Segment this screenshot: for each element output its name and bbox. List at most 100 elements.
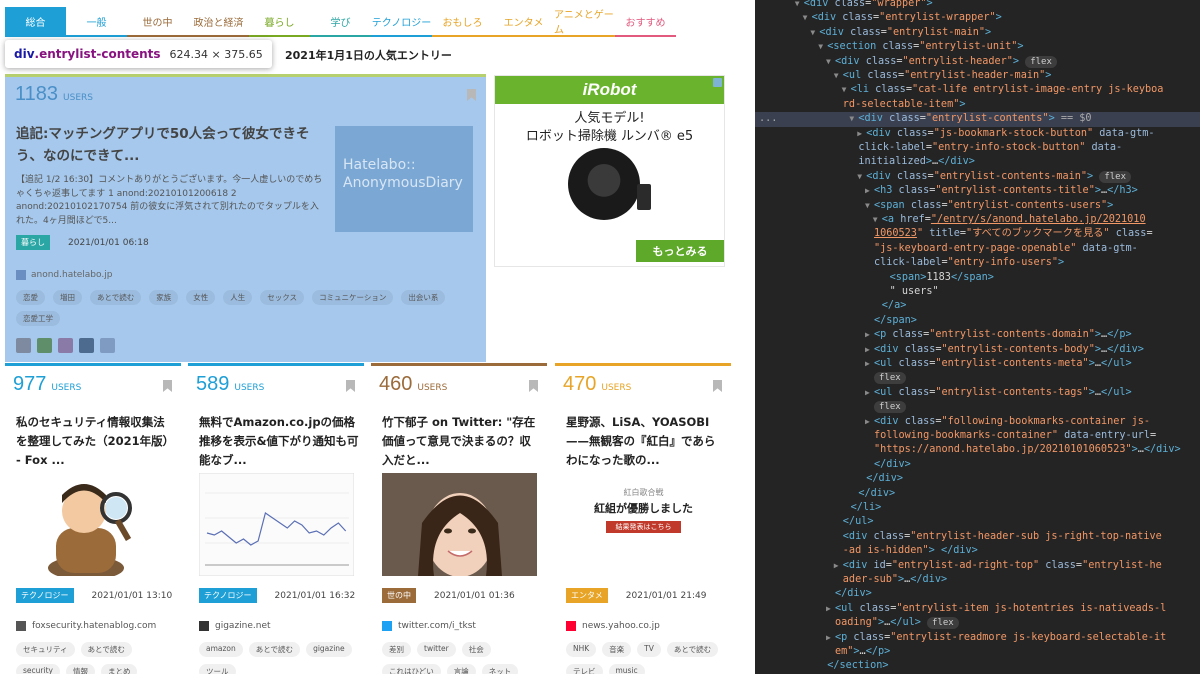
tag-chip[interactable]: 増田 [53,290,82,305]
dom-node-line[interactable]: <span>1183</span> [755,271,1200,285]
dom-node-line[interactable]: ▶ <p class="entrylist-readmore js-keyboar… [755,631,1200,645]
tag-chip[interactable]: security [16,664,60,674]
tag-chip[interactable]: まとめ [100,664,138,674]
tag-chip[interactable]: 言論 [446,664,476,674]
tag-chip[interactable]: 恋愛 [16,290,45,305]
tab-7[interactable]: おもしろ [432,7,493,37]
users-count-link[interactable]: 470 USERS [563,373,631,396]
dom-node-line[interactable]: <div class="entrylist-header-sub js-righ… [755,530,1200,544]
tag-chip[interactable]: テレビ [566,664,603,674]
dom-node-line[interactable]: ▶ <div class="js-bookmark-stock-button" d… [755,127,1200,141]
tag-chip[interactable]: music [608,664,645,674]
dom-node-line[interactable]: -ad is-hidden"> </div> [755,544,1200,558]
dom-node-line[interactable]: flex [755,400,1200,414]
tag-chip[interactable]: これはひどい [382,664,441,674]
tag-chip[interactable]: ツール [199,664,236,674]
category-badge[interactable]: 暮らし [16,235,50,250]
bookmark-stock-icon[interactable] [346,380,355,392]
dom-node-line[interactable]: ▶ <div id="entrylist-ad-right-top" class=… [755,559,1200,573]
bookmarker-avatar[interactable] [16,338,31,353]
category-badge[interactable]: テクノロジー [16,588,74,603]
dom-node-menu-icon[interactable]: ... [759,112,777,126]
tab-4[interactable]: 暮らし [249,7,310,37]
entry-domain[interactable]: news.yahoo.co.jp [566,621,660,631]
bookmark-stock-icon[interactable] [467,89,476,101]
tab-0[interactable]: 総合 [5,7,66,37]
entry-thumbnail[interactable]: 紅白歌合戦 紅組が優勝しました 結果発表はこちら [566,473,721,576]
bookmark-stock-icon[interactable] [529,380,538,392]
dom-node-line[interactable]: ▼ <div class="entrylist-contents-main"> f… [755,170,1200,184]
dom-node-line[interactable]: flex [755,371,1200,385]
tag-chip[interactable]: TV [637,642,661,657]
entry-domain[interactable]: anond.hatelabo.jp [16,270,112,280]
tag-chip[interactable]: あとで読む [90,290,142,305]
users-count-link[interactable]: 977 USERS [13,373,81,396]
entry-thumbnail[interactable] [198,472,355,577]
dom-node-line[interactable]: following-bookmarks-container" data-entr… [755,429,1200,443]
adchoices-icon[interactable] [713,78,722,87]
dom-node-line[interactable]: </div> [755,587,1200,601]
entry-thumbnail[interactable] [16,473,171,580]
entry-title[interactable]: 私のセキュリティ情報収集法を整理してみた（2021年版） - Fox ... [16,413,176,470]
tab-8[interactable]: エンタメ [493,7,554,37]
dom-node-line[interactable]: </li> [755,501,1200,515]
bookmark-stock-icon[interactable] [163,380,172,392]
dom-node-line[interactable]: ▼ <div class="entrylist-main"> [755,26,1200,40]
dom-node-line[interactable]: "https://anond.hatelabo.jp/2021010106052… [755,443,1200,457]
dom-node-line[interactable]: ader-sub">…</div> [755,573,1200,587]
users-count-link[interactable]: 1183 USERS [15,83,93,106]
dom-node-line[interactable]: ▶ <ul class="entrylist-item js-hotentries… [755,602,1200,616]
tag-chip[interactable]: 差別 [382,642,411,657]
dom-node-line[interactable]: ▼ <a href="/entry/s/anond.hatelabo.jp/202… [755,213,1200,227]
dom-node-line[interactable]: ▶ <div class="entrylist-contents-body">…<… [755,343,1200,357]
dom-node-line[interactable]: "js-keyboard-entry-page-openable" data-g… [755,242,1200,256]
dom-node-line[interactable]: ▶ <div class="following-bookmarks-contain… [755,415,1200,429]
dom-node-line[interactable]: </section> [755,659,1200,673]
tag-chip[interactable]: 恋愛工学 [16,311,60,326]
main-entry-highlighted[interactable]: 1183 USERS 追記:マッチングアプリで50人会って彼女できそう、なのにで… [5,74,486,362]
entry-thumbnail[interactable] [382,473,537,577]
dom-node-line[interactable]: click-label="entry-info-stock-button" da… [755,141,1200,155]
dom-node-line[interactable]: </div> [755,487,1200,501]
bookmark-stock-icon[interactable] [713,380,722,392]
tag-chip[interactable]: コミュニケーション [312,290,394,305]
dom-node-line[interactable]: 1060523" title="すべてのブックマークを見る" class= [755,227,1200,241]
dom-node-line[interactable]: </ul> [755,515,1200,529]
entry-domain[interactable]: foxsecurity.hatenablog.com [16,621,156,631]
bookmarker-avatar[interactable] [100,338,115,353]
dom-node-line[interactable]: ▶ <ul class="entrylist-contents-meta">…</… [755,357,1200,371]
tag-chip[interactable]: 女性 [186,290,216,305]
tag-chip[interactable]: 社会 [461,642,491,657]
users-count-link[interactable]: 589 USERS [196,373,264,396]
dom-node-line[interactable]: click-label="entry-info-users"> [755,256,1200,270]
dom-node-line[interactable]: ▼ <span class="entrylist-contents-users"> [755,199,1200,213]
dom-node-line[interactable]: </div> [755,472,1200,486]
tag-chip[interactable]: セキュリティ [16,642,75,657]
tag-chip[interactable]: amazon [199,642,243,657]
entry-card[interactable]: 460 USERS 竹下郁子 on Twitter: "存在価値って意見で決まるの？… [371,363,547,674]
dom-node-line[interactable]: </div> [755,458,1200,472]
tab-10[interactable]: おすすめ [615,7,676,37]
tag-chip[interactable]: あとで読む [666,642,719,657]
ad-cta-button[interactable]: もっとみる [636,240,724,262]
dom-node-line[interactable]: ▶ <ul class="entrylist-contents-tags">…</… [755,386,1200,400]
category-badge[interactable]: テクノロジー [199,588,257,603]
category-badge[interactable]: エンタメ [566,588,608,603]
advertisement[interactable]: iRobot 人気モデル! ロボット掃除機 ルンバ® e5 もっとみる [494,75,725,267]
tag-chip[interactable]: NHK [566,642,597,657]
tag-chip[interactable]: gigazine [306,642,352,657]
entry-domain[interactable]: twitter.com/i_tkst [382,621,476,631]
tab-3[interactable]: 政治と経済 [188,7,249,37]
dom-node-line[interactable]: em">…</p> [755,645,1200,659]
dom-node-line[interactable]: rd-selectable-item"> [755,98,1200,112]
dom-node-line[interactable]: ▼ <li class="cat-life entrylist-image-ent… [755,83,1200,97]
users-count-link[interactable]: 460 USERS [379,373,447,396]
dom-node-selected[interactable]: ▼ <div class="entrylist-contents"> == $0.… [755,112,1200,127]
tab-5[interactable]: 学び [310,7,371,37]
tab-9[interactable]: アニメとゲーム [554,7,615,37]
tag-chip[interactable]: 音楽 [602,642,632,657]
dom-node-line[interactable]: </span> [755,314,1200,328]
tag-chip[interactable]: 家族 [149,290,179,305]
entry-title[interactable]: 竹下郁子 on Twitter: "存在価値って意見で決まるの？収入だと... [382,413,542,470]
dom-node-line[interactable]: initialized>…</div> [755,155,1200,169]
